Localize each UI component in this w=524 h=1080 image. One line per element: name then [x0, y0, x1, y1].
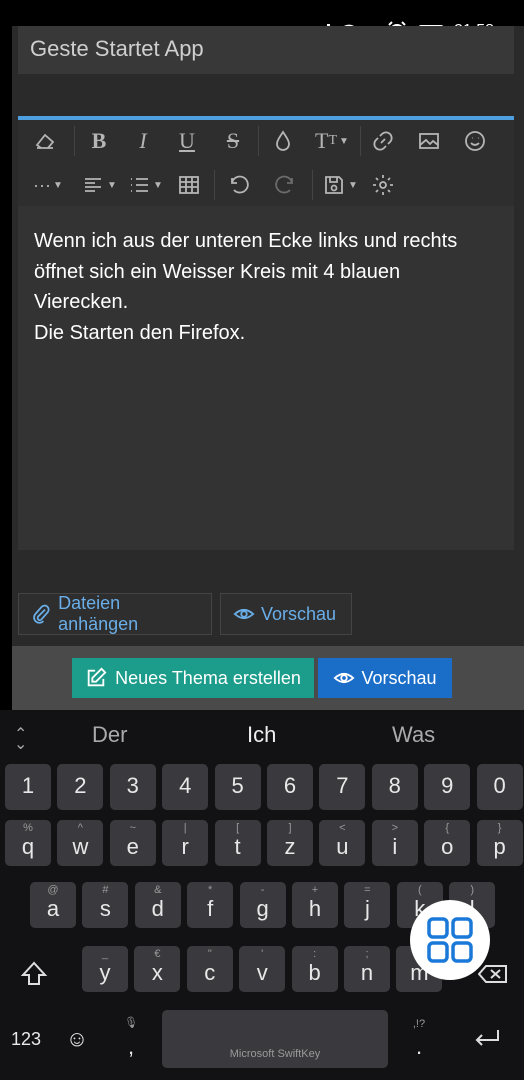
suggestion-left[interactable]: Der	[92, 722, 127, 748]
redo-icon[interactable]	[268, 168, 302, 202]
undo-icon[interactable]	[222, 168, 256, 202]
four-squares-icon	[427, 917, 473, 963]
table-icon[interactable]	[172, 168, 206, 202]
topic-title-field[interactable]: Geste Startet App	[18, 26, 514, 74]
shift-key[interactable]	[10, 950, 56, 996]
emoji-icon[interactable]	[458, 124, 492, 158]
topic-title-value: Geste Startet App	[30, 36, 204, 61]
shift-icon	[20, 961, 48, 985]
enter-key[interactable]	[462, 1012, 512, 1066]
key-a[interactable]: @ a	[30, 882, 76, 928]
backspace-icon	[478, 965, 507, 983]
list-icon[interactable]: ▼	[124, 168, 166, 202]
link-icon[interactable]	[366, 124, 400, 158]
more-options-icon[interactable]: ··· ▼	[28, 168, 68, 202]
key-o[interactable]: {o	[424, 820, 471, 866]
suggestion-bar: ⌃ ⌄ Der Ich Was	[0, 710, 524, 762]
key-8[interactable]: 8	[371, 764, 418, 810]
key-e[interactable]: ~ e	[109, 820, 156, 866]
editor-toolbar: B I U S T T ▼ ··· ▼ ▼ ▼ ▼	[18, 120, 514, 206]
key-t[interactable]: [t	[214, 820, 261, 866]
eraser-icon[interactable]	[28, 124, 62, 158]
preview-button-label: Vorschau	[361, 667, 437, 688]
suggestion-middle[interactable]: Ich	[247, 722, 276, 748]
key-c[interactable]: " c	[186, 946, 233, 992]
key-b[interactable]: :b	[291, 946, 338, 992]
image-icon[interactable]	[412, 124, 446, 158]
save-draft-icon[interactable]: ▼	[318, 168, 362, 202]
underline-icon[interactable]: U	[170, 124, 204, 158]
key-5[interactable]: 5	[214, 764, 261, 810]
content-line: Wenn ich aus der unteren Ecke links und …	[34, 230, 458, 252]
paperclip-icon	[33, 604, 50, 624]
key-1[interactable]: 1	[5, 764, 51, 810]
key-f[interactable]: * f	[187, 882, 234, 928]
key-n[interactable]: ; n	[344, 946, 390, 992]
text-size-icon[interactable]: T T ▼	[310, 124, 354, 158]
content-line: Vierecken.	[34, 291, 129, 313]
key-7[interactable]: 7	[319, 764, 366, 810]
expand-toolbar-icon[interactable]: ⌃ ⌄	[14, 724, 27, 764]
edit-icon	[87, 667, 107, 687]
key-9[interactable]: 9	[424, 764, 471, 810]
key-p[interactable]: } p	[476, 820, 523, 866]
forum-editor-screen: Geste Startet App B I U S TT▼ ···▼ ▼	[12, 26, 524, 710]
key-w[interactable]: ^ w	[57, 820, 104, 866]
eye-icon	[333, 672, 356, 684]
bold-icon[interactable]: B	[82, 124, 116, 158]
create-topic-label: Neues Thema erstellen	[115, 667, 301, 688]
emoji-icon: ☺	[65, 1026, 89, 1051]
attach-files-label: Dateien anhängen	[58, 593, 139, 634]
key-d[interactable]: & d	[134, 882, 181, 928]
attach-files-button[interactable]: Dateien anhängen	[18, 593, 212, 635]
key-i[interactable]: > i	[371, 820, 418, 866]
mic-icon: 🎙	[124, 1017, 138, 1029]
key-0[interactable]: 0	[476, 764, 523, 810]
key-3[interactable]: 3	[109, 764, 156, 810]
color-drop-icon[interactable]	[266, 124, 300, 158]
gesture-circle-button[interactable]	[410, 900, 490, 980]
strikethrough-icon[interactable]: S	[216, 124, 250, 158]
eye-icon	[233, 608, 255, 620]
action-bar: Neues Thema erstellen Vorschau	[12, 646, 524, 710]
key-v[interactable]: ' v	[239, 946, 286, 992]
swiftkey-keyboard: ⌃ ⌄ Der Ich Was 1 2 3 4 5 6 7 8 9 0% q ^ w ~ e | r[t] z < u >…	[0, 710, 524, 1080]
enter-icon	[475, 1030, 499, 1046]
key-g[interactable]: -g	[239, 882, 286, 928]
align-icon[interactable]: ▼	[78, 168, 120, 202]
rich-text-editor: B I U S T T ▼ ··· ▼ ▼ ▼ ▼ Wenn ich aus d…	[18, 116, 514, 550]
italic-icon[interactable]: I	[126, 124, 160, 158]
key-2[interactable]: 2	[57, 764, 104, 810]
emoji-key[interactable]: ☺	[54, 1012, 100, 1066]
preview-outline-button[interactable]: Vorschau	[220, 593, 352, 635]
period-key[interactable]: ,!?.	[396, 1010, 442, 1068]
content-line: öffnet sich ein Weisser Kreis mit 4 blau…	[34, 260, 401, 283]
key-z[interactable]: ] z	[267, 820, 313, 866]
preview-button[interactable]: Vorschau	[318, 658, 452, 698]
key-x[interactable]: € x	[134, 946, 181, 992]
comma-key[interactable]: 🎙,	[108, 1010, 154, 1068]
editor-content[interactable]: Wenn ich aus der unteren Ecke links und …	[34, 226, 504, 348]
key-6[interactable]: 6	[267, 764, 313, 810]
key-r[interactable]: | r	[162, 820, 209, 866]
space-key-label: Microsoft SwiftKey	[229, 1048, 321, 1060]
key-u[interactable]: < u	[319, 820, 366, 866]
space-key[interactable]: Microsoft SwiftKey	[162, 1010, 388, 1068]
key-q[interactable]: % q	[5, 820, 51, 866]
create-topic-button[interactable]: Neues Thema erstellen	[72, 658, 314, 698]
numbers-mode-key[interactable]: 123	[4, 1012, 48, 1066]
settings-gear-icon[interactable]	[366, 168, 400, 202]
key-j[interactable]: = j	[344, 882, 391, 928]
suggestion-right[interactable]: Was	[392, 722, 435, 748]
key-y[interactable]: _ y	[82, 946, 128, 992]
key-h[interactable]: + h	[292, 882, 338, 928]
key-4[interactable]: 4	[162, 764, 209, 810]
preview-outline-label: Vorschau	[261, 603, 337, 624]
key-s[interactable]: # s	[82, 882, 129, 928]
content-line: Die Starten den Firefox.	[34, 321, 246, 344]
